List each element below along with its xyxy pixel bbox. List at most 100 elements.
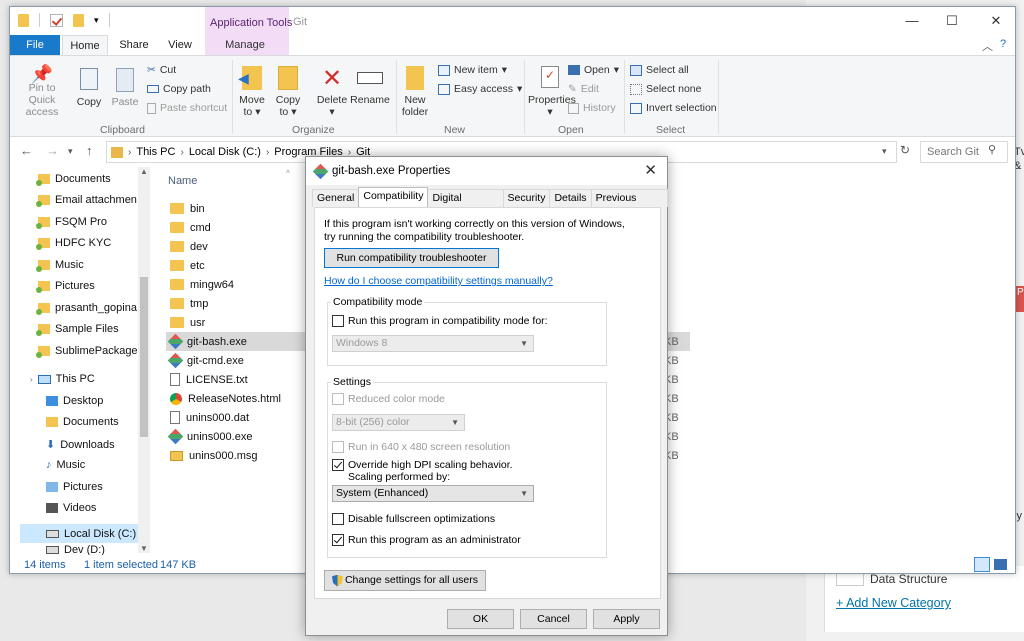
tab-home[interactable]: Home: [62, 35, 108, 56]
nav-item-label: Dev (D:): [64, 545, 105, 555]
tab-previous-versions[interactable]: Previous Versions: [590, 189, 668, 221]
checkbox-box[interactable]: [332, 459, 344, 471]
select-all-label: Select all: [646, 64, 689, 76]
help-icon[interactable]: ?: [1000, 38, 1006, 50]
compat-mode-checkbox[interactable]: Run this program in compatibility mode f…: [332, 315, 548, 327]
address-dropdown-icon[interactable]: ▾: [882, 146, 887, 157]
ribbon-tabs: File Home Share View Manage ︿ ?: [10, 35, 1015, 56]
minimize-button[interactable]: —: [900, 13, 924, 28]
checkbox-box[interactable]: [332, 393, 344, 405]
nav-item-email-attachments[interactable]: Email attachmen: [36, 194, 137, 207]
nav-item-local-disk[interactable]: Local Disk (C:): [20, 524, 138, 543]
apply-button[interactable]: Apply: [593, 609, 660, 629]
nav-item-this-pc[interactable]: › This PC: [30, 373, 95, 385]
up-button[interactable]: ↑: [86, 143, 93, 158]
checkbox-box[interactable]: [332, 513, 344, 525]
new-folder-button[interactable]: New folder: [400, 66, 430, 118]
nav-item-documents-pc[interactable]: Documents: [46, 416, 119, 428]
nav-item-desktop[interactable]: Desktop: [46, 395, 103, 407]
properties-button[interactable]: ✓ Properties ▾: [528, 66, 576, 118]
nav-item-hdfc-kyc[interactable]: HDFC KYC: [36, 237, 111, 250]
customize-toolbar-icon[interactable]: ▾: [94, 15, 99, 26]
copy-to-button[interactable]: Copy to ▾: [272, 66, 304, 118]
scroll-thumb[interactable]: [140, 277, 148, 437]
tab-details[interactable]: Details: [549, 189, 592, 207]
scroll-up-icon[interactable]: ▲: [140, 167, 148, 176]
nav-item-fsqm-pro[interactable]: FSQM Pro: [36, 216, 107, 229]
tab-file[interactable]: File: [10, 35, 60, 56]
disable-fullscreen-checkbox[interactable]: Disable fullscreen optimizations: [332, 513, 495, 525]
reduced-color-checkbox[interactable]: Reduced color mode: [332, 393, 445, 405]
properties-icon[interactable]: [50, 13, 63, 27]
nav-item-sublimepackage[interactable]: SublimePackage: [36, 345, 138, 358]
nav-item-pictures-pc[interactable]: Pictures: [46, 481, 103, 493]
delete-button[interactable]: ✕ Delete ▾: [314, 66, 350, 119]
rename-button[interactable]: Rename: [350, 66, 390, 106]
change-all-users-label: Change settings for all users: [344, 574, 479, 587]
nav-item-music[interactable]: Music: [36, 259, 84, 272]
tab-compatibility[interactable]: Compatibility: [358, 187, 429, 207]
tab-security[interactable]: Security: [502, 189, 551, 207]
tab-share[interactable]: Share: [114, 35, 154, 56]
nav-item-music-pc[interactable]: ♪ Music: [46, 459, 85, 471]
collapse-ribbon-icon[interactable]: ︿: [982, 38, 993, 54]
compat-os-select[interactable]: Windows 8 ▼: [332, 335, 534, 352]
checkbox-box[interactable]: [332, 315, 344, 327]
nav-scrollbar[interactable]: ▲ ▼: [138, 167, 150, 553]
invert-selection-label: Invert selection: [646, 102, 717, 114]
override-dpi-checkbox[interactable]: Override high DPI scaling behavior. Scali…: [332, 459, 513, 483]
nav-item-documents[interactable]: Documents: [36, 173, 111, 186]
nav-item-dev-drive[interactable]: Dev (D:): [46, 545, 105, 555]
manual-settings-link[interactable]: How do I choose compatibility settings m…: [324, 275, 553, 287]
breadcrumb-item[interactable]: This PC: [136, 146, 175, 158]
ok-button[interactable]: OK: [447, 609, 514, 629]
column-header-name[interactable]: Name: [168, 175, 197, 187]
edit-button[interactable]: ✎ Edit: [568, 83, 599, 95]
tab-digital-signatures[interactable]: Digital Signatures: [427, 189, 504, 221]
scaling-select[interactable]: System (Enhanced) ▼: [332, 485, 534, 502]
checkbox-box[interactable]: [332, 441, 344, 453]
cancel-button[interactable]: Cancel: [520, 609, 587, 629]
forward-button[interactable]: →: [46, 143, 59, 158]
scroll-down-icon[interactable]: ▼: [140, 544, 148, 553]
recent-locations-button[interactable]: ▾: [68, 146, 73, 157]
nav-item-downloads[interactable]: ⬇ Downloads: [46, 438, 115, 452]
nav-item-videos[interactable]: Videos: [46, 502, 96, 514]
refresh-icon[interactable]: ↻: [900, 143, 910, 157]
invert-selection-button[interactable]: Invert selection: [630, 102, 717, 114]
nav-item-sample-files[interactable]: Sample Files: [36, 323, 119, 336]
open-button[interactable]: Open ▾: [568, 64, 619, 76]
change-all-users-button[interactable]: Change settings for all users: [324, 570, 486, 591]
details-view-icon[interactable]: [974, 557, 990, 572]
new-item-button[interactable]: New item ▾: [438, 64, 507, 76]
add-category-link[interactable]: + Add New Category: [836, 596, 951, 610]
history-button[interactable]: History: [568, 102, 616, 114]
run-troubleshooter-button[interactable]: Run compatibility troubleshooter: [324, 248, 499, 268]
dialog-close-button[interactable]: ✕: [644, 161, 657, 179]
pin-quick-access-button[interactable]: 📌 Pin to Quick access: [14, 65, 70, 118]
back-button[interactable]: ←: [20, 143, 33, 158]
breadcrumb-item[interactable]: Local Disk (C:): [189, 146, 261, 158]
run-as-admin-checkbox[interactable]: Run this program as an administrator: [332, 534, 521, 546]
copy-path-button[interactable]: Copy path: [147, 83, 211, 95]
tab-manage[interactable]: Manage: [210, 35, 280, 56]
tab-general[interactable]: General: [312, 189, 360, 207]
color-mode-select[interactable]: 8-bit (256) color ▼: [332, 414, 465, 431]
run-640-checkbox[interactable]: Run in 640 x 480 screen resolution: [332, 441, 510, 453]
tab-view[interactable]: View: [160, 35, 200, 56]
easy-access-button[interactable]: Easy access ▾: [438, 83, 522, 95]
nav-item-pictures[interactable]: Pictures: [36, 280, 95, 293]
paste-shortcut-button[interactable]: Paste shortcut: [147, 102, 227, 114]
nav-item-prasanth[interactable]: prasanth_gopina: [36, 302, 137, 315]
checkbox-box[interactable]: [332, 534, 344, 546]
large-icons-view-icon[interactable]: [994, 559, 1007, 570]
move-to-button[interactable]: ◀ Move to ▾: [236, 66, 268, 118]
paste-button[interactable]: Paste: [110, 68, 140, 108]
copy-button[interactable]: Copy: [72, 68, 106, 108]
new-folder-icon[interactable]: [73, 13, 84, 27]
select-all-button[interactable]: Select all: [630, 64, 689, 76]
cut-button[interactable]: ✂ Cut: [147, 64, 176, 76]
close-button[interactable]: ✕: [984, 13, 1008, 29]
maximize-button[interactable]: ☐: [940, 13, 964, 29]
select-none-button[interactable]: Select none: [630, 83, 701, 95]
